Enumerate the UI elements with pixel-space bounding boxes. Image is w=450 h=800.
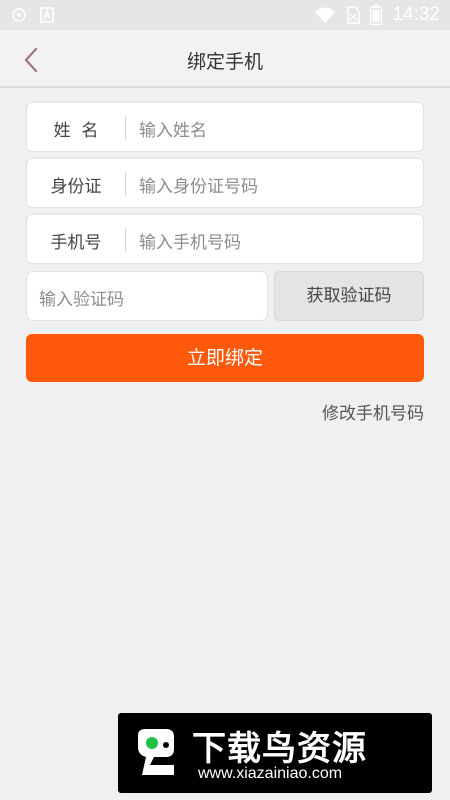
name-field[interactable]: 姓 名 输入姓名 xyxy=(26,102,424,152)
id-card-label: 身份证 xyxy=(50,177,102,197)
page-title: 绑定手机 xyxy=(186,51,263,73)
change-phone-link[interactable]: 修改手机号码 xyxy=(322,399,424,424)
watermark-logo xyxy=(138,729,174,775)
status-right-icons: 14:32 xyxy=(314,4,440,26)
phone-label: 手机号 xyxy=(50,233,102,253)
wifi-icon xyxy=(315,7,336,23)
battery-icon xyxy=(370,5,383,25)
app-header: 绑定手机 xyxy=(0,30,450,88)
notification-icon xyxy=(12,8,26,22)
status-left-icons xyxy=(12,7,54,23)
bind-now-button[interactable]: 立即绑定 xyxy=(26,334,424,382)
field-divider xyxy=(125,172,126,196)
sim-icon xyxy=(347,6,361,24)
name-label: 姓 名 xyxy=(53,121,99,141)
verification-code-input[interactable]: 输入验证码 xyxy=(39,285,124,310)
watermark: 下载鸟资源 www.xiazainiao.com xyxy=(118,713,432,793)
get-code-button[interactable]: 获取验证码 xyxy=(274,271,424,321)
id-card-input[interactable]: 输入身份证号码 xyxy=(139,172,258,197)
phone-input[interactable]: 输入手机号码 xyxy=(139,228,241,253)
field-divider xyxy=(125,116,126,140)
field-divider xyxy=(125,228,126,252)
verification-code-field[interactable]: 输入验证码 xyxy=(26,271,268,321)
watermark-title: 下载鸟资源 xyxy=(192,729,367,769)
status-bar: 14:32 xyxy=(0,0,450,30)
watermark-url: www.xiazainiao.com xyxy=(198,765,343,782)
name-input[interactable]: 输入姓名 xyxy=(139,116,207,141)
a-icon xyxy=(40,7,54,23)
id-card-field[interactable]: 身份证 输入身份证号码 xyxy=(26,158,424,208)
phone-field[interactable]: 手机号 输入手机号码 xyxy=(26,214,424,264)
status-time: 14:32 xyxy=(392,4,440,25)
